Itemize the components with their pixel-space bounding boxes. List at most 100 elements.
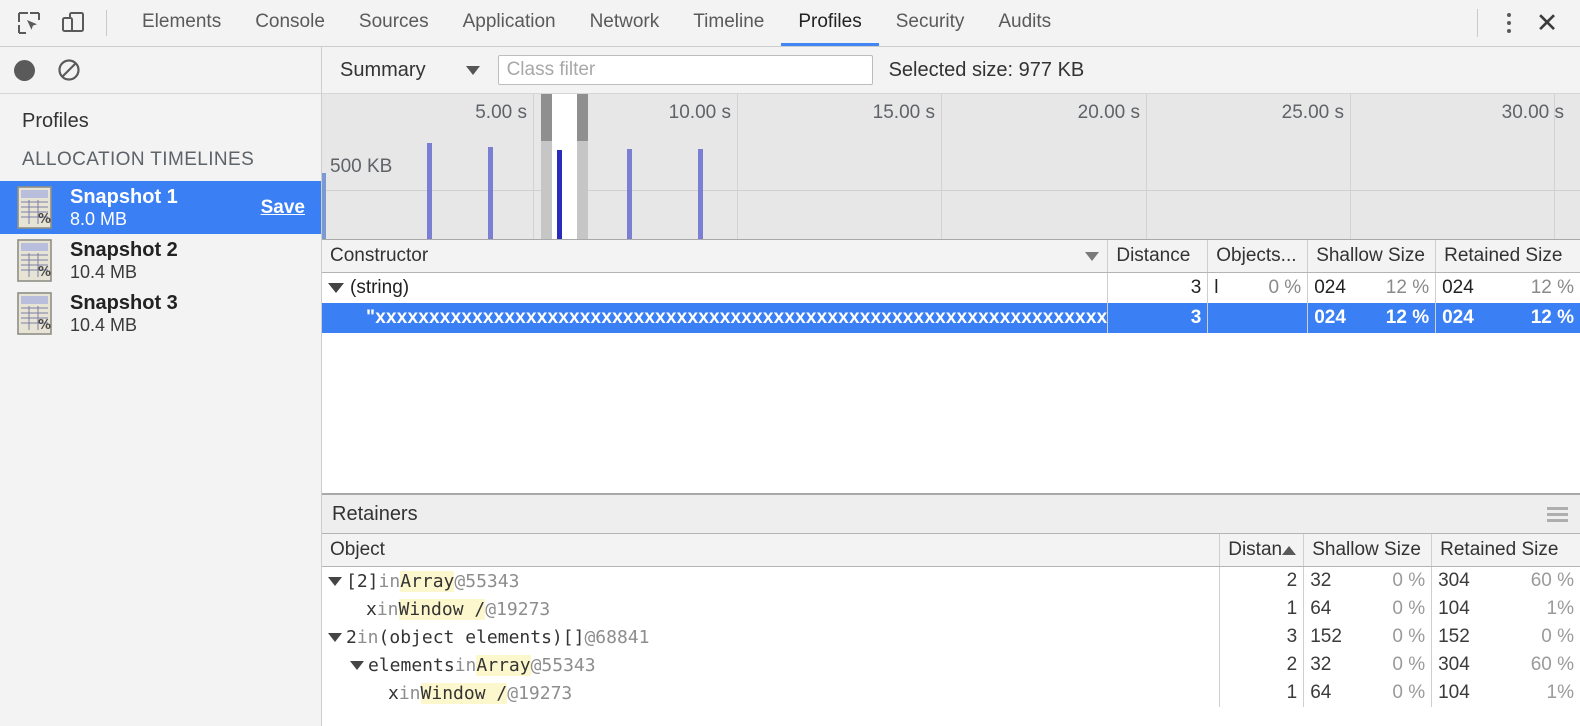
cell-retained-size-value: 104 — [1438, 682, 1470, 704]
table-row[interactable]: 2 in (object elements)[] @6884131520 %15… — [322, 623, 1580, 651]
retainers-title-bar: Retainers — [322, 494, 1580, 534]
close-icon[interactable]: ✕ — [1528, 7, 1566, 39]
tab-elements[interactable]: Elements — [125, 0, 238, 46]
column-label: Distance — [1116, 245, 1190, 267]
table-row[interactable]: (string) 3 l 0 % 024 12 % — [322, 273, 1580, 303]
cell-object[interactable]: 2 in (object elements)[] @68841 — [322, 623, 1220, 651]
constructor-name: (string) — [350, 277, 409, 299]
cell-retained-size: 024 12 % — [1436, 273, 1580, 303]
object-path-part: 2 — [346, 627, 357, 648]
sidebar-item-snapshot-1[interactable]: % Snapshot 1 8.0 MB Save — [0, 181, 321, 234]
kebab-menu-icon[interactable] — [1494, 8, 1524, 38]
tab-label: Application — [463, 11, 556, 33]
cell-shallow-size-value: 32 — [1310, 570, 1331, 592]
overview-memory-gridline — [322, 190, 1580, 191]
allocation-overview-chart[interactable]: 5.00 s 10.00 s 15.00 s 20.00 s 25.00 s 3… — [322, 94, 1580, 240]
column-header-shallow-size[interactable]: Shallow Size — [1304, 534, 1432, 566]
tab-label: Network — [590, 11, 660, 33]
clear-prohibited-icon[interactable] — [57, 58, 81, 82]
device-toolbar-icon[interactable] — [58, 8, 88, 38]
allocation-bar — [427, 143, 432, 239]
devtools-tabbar: Elements Console Sources Application Net… — [0, 0, 1580, 47]
selection-handle-right — [577, 94, 588, 141]
shallow-size-pct: 12 % — [1386, 307, 1429, 329]
expand-triangle-icon[interactable] — [328, 577, 342, 586]
cell-retained-size-value: 104 — [1438, 598, 1470, 620]
tab-security[interactable]: Security — [879, 0, 982, 46]
column-label: Objects... — [1216, 245, 1296, 267]
cell-constructor[interactable]: "xxxxxxxxxxxxxxxxxxxxxxxxxxxxxxxxxxxxxxx… — [322, 303, 1108, 333]
object-path-part: Array — [400, 571, 454, 592]
snapshot-text: Snapshot 3 10.4 MB — [70, 292, 178, 335]
table-row[interactable]: x in Window / @192731640 %1041% — [322, 679, 1580, 707]
table-row[interactable]: "xxxxxxxxxxxxxxxxxxxxxxxxxxxxxxxxxxxxxxx… — [322, 303, 1580, 333]
object-path-part: @55343 — [454, 571, 519, 592]
cell-constructor[interactable]: (string) — [322, 273, 1108, 303]
expand-triangle-icon[interactable] — [328, 633, 342, 642]
snapshot-name: Snapshot 3 — [70, 292, 178, 314]
overview-tick-label: 20.00 s — [1078, 102, 1146, 124]
object-path-part: in — [377, 599, 399, 620]
column-header-object[interactable]: Object — [322, 534, 1220, 566]
expand-triangle-icon[interactable] — [350, 661, 364, 670]
column-header-constructor[interactable]: Constructor — [322, 240, 1108, 272]
sidebar-item-snapshot-3[interactable]: % Snapshot 3 10.4 MB — [0, 287, 321, 340]
cell-distance: 3 — [1220, 623, 1304, 651]
tab-label: Security — [896, 11, 965, 33]
heap-snapshot-icon: % — [16, 186, 56, 230]
tab-audits[interactable]: Audits — [981, 0, 1068, 46]
record-circle-icon[interactable] — [14, 60, 35, 81]
allocation-bar-selected — [557, 150, 562, 239]
svg-text:%: % — [38, 318, 51, 333]
objects-count-pct: 0 % — [1268, 277, 1301, 299]
column-header-shallow-size[interactable]: Shallow Size — [1308, 240, 1436, 272]
table-row[interactable]: elements in Array @553432320 %30460 % — [322, 651, 1580, 679]
cell-shallow-size: 320 % — [1304, 567, 1432, 595]
cell-distance: 3 — [1108, 273, 1208, 303]
column-header-retained-size[interactable]: Retained Size — [1432, 534, 1580, 566]
tab-console[interactable]: Console — [238, 0, 342, 46]
cell-objects-count — [1208, 303, 1308, 333]
snapshot-text: Snapshot 1 8.0 MB — [70, 186, 178, 229]
cell-distance: 3 — [1108, 303, 1208, 333]
heap-snapshot-icon: % — [16, 292, 56, 336]
class-filter-input[interactable]: Class filter — [498, 55, 873, 85]
column-header-distance[interactable]: Distan — [1220, 534, 1304, 566]
devtools-body: Profiles ALLOCATION TIMELINES % — [0, 47, 1580, 726]
cell-shallow-size-value: 152 — [1310, 626, 1342, 648]
table-row[interactable]: x in Window / @192731640 %1041% — [322, 595, 1580, 623]
retained-size-pct: 12 % — [1531, 307, 1574, 329]
cell-shallow-size-pct: 0 % — [1392, 598, 1425, 620]
cell-object[interactable]: [2] in Array @55343 — [322, 567, 1220, 595]
inspect-element-icon[interactable] — [14, 8, 44, 38]
save-snapshot-link[interactable]: Save — [261, 197, 307, 219]
overview-tick-label: 10.00 s — [669, 102, 737, 124]
column-header-objects-count[interactable]: Objects... — [1208, 240, 1308, 272]
object-path-part: Window / — [421, 683, 508, 704]
cell-distance: 2 — [1220, 567, 1304, 595]
cell-object[interactable]: x in Window / @19273 — [322, 595, 1220, 623]
constructor-name: "xxxxxxxxxxxxxxxxxxxxxxxxxxxxxxxxxxxxxxx… — [366, 307, 1108, 329]
cell-object[interactable]: x in Window / @19273 — [322, 679, 1220, 707]
list-menu-icon[interactable] — [1547, 507, 1568, 522]
view-mode-dropdown[interactable]: Summary — [340, 59, 494, 82]
shallow-size-value: 024 — [1314, 307, 1346, 329]
tab-timeline[interactable]: Timeline — [676, 0, 781, 46]
table-row[interactable]: [2] in Array @553432320 %30460 % — [322, 567, 1580, 595]
main-toolbar: Summary Class filter Selected size: 977 … — [322, 47, 1580, 94]
tab-network[interactable]: Network — [573, 0, 677, 46]
tab-sources[interactable]: Sources — [342, 0, 446, 46]
heap-profile-main: Summary Class filter Selected size: 977 … — [322, 47, 1580, 726]
cell-retained-size-pct: 1% — [1547, 682, 1574, 704]
column-header-distance[interactable]: Distance — [1108, 240, 1208, 272]
cell-distance: 2 — [1220, 651, 1304, 679]
allocation-bar — [698, 149, 703, 239]
expand-triangle-icon[interactable] — [328, 283, 344, 293]
cell-shallow-size: 640 % — [1304, 595, 1432, 623]
selected-size-label: Selected size: 977 KB — [889, 59, 1085, 82]
tab-profiles[interactable]: Profiles — [781, 0, 878, 46]
cell-object[interactable]: elements in Array @55343 — [322, 651, 1220, 679]
tab-application[interactable]: Application — [446, 0, 573, 46]
column-header-retained-size[interactable]: Retained Size — [1436, 240, 1580, 272]
sidebar-item-snapshot-2[interactable]: % Snapshot 2 10.4 MB — [0, 234, 321, 287]
